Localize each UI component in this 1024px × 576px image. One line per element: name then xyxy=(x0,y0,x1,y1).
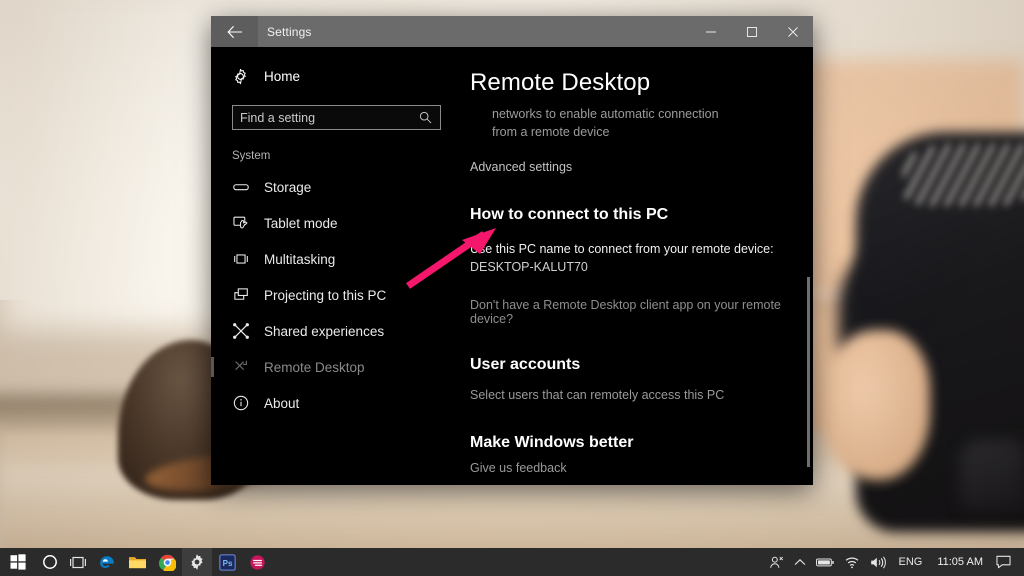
intro-line-1: networks to enable automatic connection xyxy=(492,107,719,121)
settings-sidebar: Home System xyxy=(211,47,461,485)
edge-icon xyxy=(100,556,114,568)
battery-button[interactable] xyxy=(811,548,839,576)
windows-start-icon xyxy=(10,554,26,570)
remote-desktop-client-link[interactable]: Don't have a Remote Desktop client app o… xyxy=(470,298,813,326)
sidebar-search-wrapper xyxy=(211,91,461,130)
task-view-button[interactable] xyxy=(64,548,92,576)
settings-content-panel: Remote Desktop networks to enable automa… xyxy=(461,47,813,485)
people-button[interactable] xyxy=(764,548,789,576)
sidebar-item-label: About xyxy=(264,395,300,411)
show-hidden-icons-button[interactable] xyxy=(789,548,811,576)
sidebar-item-storage[interactable]: Storage xyxy=(211,169,461,205)
system-tray: ENG 11:05 AM xyxy=(764,548,1024,576)
sidebar-item-label: Multitasking xyxy=(264,251,336,267)
action-center-icon xyxy=(996,555,1011,569)
projecting-icon xyxy=(232,286,258,304)
volume-icon xyxy=(871,555,887,569)
sidebar-item-shared-experiences[interactable]: Shared experiences xyxy=(211,313,461,349)
search-box[interactable] xyxy=(232,105,441,130)
cortana-circle-icon xyxy=(43,555,57,569)
volume-button[interactable] xyxy=(865,548,891,576)
photoshop-icon: Ps xyxy=(218,553,236,571)
battery-icon xyxy=(816,557,835,566)
give-feedback-link[interactable]: Give us feedback xyxy=(470,461,813,475)
sidebar-item-label: Shared experiences xyxy=(264,323,385,339)
sidebar-item-home[interactable]: Home xyxy=(211,61,461,91)
shared-experiences-icon xyxy=(232,322,258,340)
file-explorer-icon xyxy=(128,556,146,568)
gear-icon xyxy=(232,68,258,85)
info-icon xyxy=(232,394,258,412)
search-icon[interactable] xyxy=(418,111,433,124)
sidebar-item-remote-desktop[interactable]: Remote Desktop xyxy=(211,349,461,385)
taskbar-app-edge[interactable] xyxy=(92,548,122,576)
sidebar-item-about[interactable]: About xyxy=(211,385,461,421)
sidebar-item-label: Projecting to this PC xyxy=(264,287,387,303)
window-body: Home System xyxy=(211,47,813,485)
pc-name-value: DESKTOP-KALUT70 xyxy=(470,260,588,274)
maximize-icon xyxy=(746,26,757,37)
network-button[interactable] xyxy=(839,548,865,576)
sidebar-item-multitasking[interactable]: Multitasking xyxy=(211,241,461,277)
window-title: Settings xyxy=(267,24,312,39)
sidebar-home-label: Home xyxy=(264,68,301,84)
intro-line-2: from a remote device xyxy=(492,125,610,139)
action-center-button[interactable] xyxy=(991,555,1020,569)
start-button[interactable] xyxy=(0,548,36,576)
scrollbar-thumb[interactable] xyxy=(807,277,810,467)
chrome-icon xyxy=(158,554,176,571)
back-arrow-icon xyxy=(226,25,242,38)
window-titlebar: Settings xyxy=(211,16,813,47)
user-accounts-description[interactable]: Select users that can remotely access th… xyxy=(470,388,813,402)
make-windows-better-heading: Make Windows better xyxy=(470,434,634,451)
user-accounts-heading: User accounts xyxy=(470,356,581,373)
task-view-icon xyxy=(70,556,86,568)
sidebar-item-label: Remote Desktop xyxy=(264,359,365,375)
language-indicator[interactable]: ENG xyxy=(891,556,929,568)
storage-icon xyxy=(232,178,258,196)
cortana-search-button[interactable] xyxy=(36,548,64,576)
sidebar-item-projecting-to-this-pc[interactable]: Projecting to this PC xyxy=(211,277,461,313)
page-title: Remote Desktop xyxy=(470,69,651,96)
sidebar-item-label: Tablet mode xyxy=(264,215,338,231)
sidebar-item-tablet-mode[interactable]: Tablet mode xyxy=(211,205,461,241)
taskbar-app-chrome[interactable] xyxy=(152,548,182,576)
minimize-icon xyxy=(705,31,716,32)
clock[interactable]: 11:05 AM xyxy=(929,556,991,568)
taskbar-app-settings[interactable] xyxy=(182,548,212,576)
minimize-button[interactable] xyxy=(690,16,731,47)
close-button[interactable] xyxy=(772,16,813,47)
remote-desktop-icon xyxy=(232,358,258,376)
multitasking-icon xyxy=(232,250,258,268)
wifi-icon xyxy=(846,557,859,568)
svg-text:Ps: Ps xyxy=(222,559,232,568)
taskbar-left-group: Ps xyxy=(0,548,272,576)
settings-icon xyxy=(191,554,203,570)
settings-window: Settings Home Find a setting System Stor… xyxy=(211,16,813,485)
sidebar-item-label: Storage xyxy=(264,179,312,195)
people-icon xyxy=(770,556,784,568)
connect-instruction: Use this PC name to connect from your re… xyxy=(470,242,774,256)
advanced-settings-link[interactable]: Advanced settings xyxy=(470,160,813,174)
taskbar-app-file-explorer[interactable] xyxy=(122,548,152,576)
taskbar: Ps ENG 11:05 AM xyxy=(0,548,1024,576)
app-icon xyxy=(249,554,265,570)
close-icon xyxy=(787,26,798,37)
taskbar-app-generic[interactable] xyxy=(242,548,272,576)
how-to-connect-heading: How to connect to this PC xyxy=(470,206,669,223)
chevron-up-icon xyxy=(795,558,806,565)
search-input[interactable] xyxy=(240,110,418,125)
content-scrollbar[interactable] xyxy=(807,47,810,485)
tablet-mode-icon xyxy=(232,214,258,232)
sidebar-section-label: System xyxy=(232,150,271,162)
taskbar-app-photoshop[interactable]: Ps xyxy=(212,548,242,576)
back-button[interactable] xyxy=(211,16,258,47)
maximize-button[interactable] xyxy=(731,16,772,47)
